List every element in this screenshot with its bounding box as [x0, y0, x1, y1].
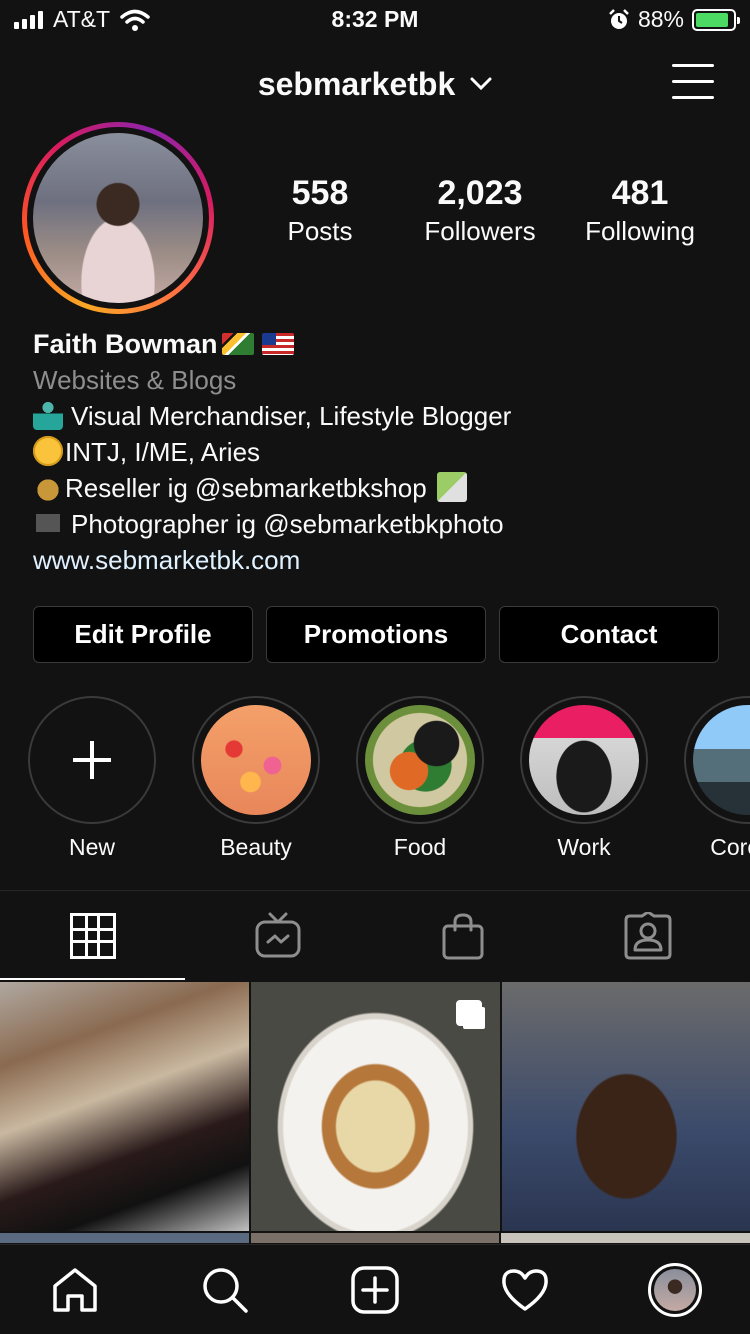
search-icon — [203, 1267, 248, 1313]
us-flag-icon — [261, 333, 294, 355]
activity-heart-icon — [502, 1268, 548, 1311]
battery-percent: 88% — [637, 6, 684, 32]
nav-home[interactable] — [0, 1245, 150, 1334]
highlight-cover — [529, 705, 639, 815]
stat-followers[interactable]: 2,023 Followers — [400, 172, 560, 248]
nav-profile[interactable] — [600, 1245, 750, 1334]
highlight-label: Beauty — [220, 834, 292, 860]
highlight-corona[interactable]: Corona — [683, 696, 750, 861]
followers-label: Followers — [424, 216, 536, 246]
account-switcher[interactable]: sebmarketbk — [0, 66, 750, 103]
bio-line-4[interactable]: Photographer ig @sebmarketbkphoto — [71, 509, 504, 539]
highlight-label: New — [68, 834, 115, 860]
nerd-face-emoji-icon — [33, 436, 63, 466]
shop-bag-icon — [442, 913, 483, 960]
tab-tagged[interactable] — [555, 892, 740, 980]
contact-button[interactable]: Contact — [499, 606, 719, 663]
profile-avatar-story-ring[interactable] — [22, 122, 214, 314]
nav-search[interactable] — [150, 1245, 300, 1334]
username: sebmarketbk — [257, 66, 456, 102]
posts-grid-row-2 — [0, 1233, 750, 1243]
following-count: 481 — [611, 174, 669, 212]
story-highlights: New Beauty Food Work Corona — [0, 696, 750, 876]
hamburger-menu-icon[interactable] — [672, 64, 714, 100]
highlight-beauty[interactable]: Beauty — [191, 696, 321, 861]
stat-following[interactable]: 481 Following — [560, 172, 720, 248]
post-thumbnail[interactable] — [250, 1233, 500, 1243]
highlight-food[interactable]: Food — [355, 696, 485, 861]
post-thumbnail[interactable] — [501, 1233, 750, 1243]
money-bag-emoji-icon — [33, 472, 63, 502]
bio-line-3[interactable]: Reseller ig @sebmarketbkshop — [65, 473, 427, 503]
post-thumbnail[interactable] — [251, 982, 500, 1231]
battery-charging-icon — [692, 8, 740, 31]
highlight-new[interactable]: New — [27, 696, 157, 861]
post-thumbnail[interactable] — [0, 1233, 249, 1243]
profile-avatar — [33, 133, 203, 303]
plus-icon — [73, 741, 111, 779]
profile-bio: Faith Bowman Websites & Blogs Visual Mer… — [33, 326, 733, 578]
highlight-work[interactable]: Work — [519, 696, 649, 861]
chevron-down-icon — [470, 77, 492, 91]
grid-icon — [69, 913, 116, 959]
bottom-navigation — [0, 1244, 750, 1334]
guyana-flag-icon — [221, 333, 254, 355]
profile-stats: 558 Posts 2,023 Followers 481 Following — [240, 172, 720, 248]
bio-line-1: Visual Merchandiser, Lifestyle Blogger — [71, 401, 512, 431]
followers-count: 2,023 — [437, 174, 523, 212]
highlight-cover — [201, 705, 311, 815]
tab-igtv[interactable] — [185, 892, 370, 980]
posts-label: Posts — [287, 216, 353, 246]
highlight-cover — [365, 705, 475, 815]
profile-avatar — [648, 1262, 702, 1317]
post-thumbnail[interactable] — [0, 982, 249, 1231]
alarm-icon — [609, 8, 629, 29]
posts-count: 558 — [291, 174, 349, 212]
add-post-icon — [351, 1265, 399, 1314]
highlight-label: Work — [557, 834, 611, 860]
display-name: Faith Bowman — [33, 329, 218, 359]
following-label: Following — [585, 216, 695, 246]
battery-fill — [696, 12, 728, 27]
tab-grid[interactable] — [0, 892, 185, 980]
post-thumbnail[interactable] — [502, 982, 750, 1231]
highlight-label: Corona — [710, 834, 750, 860]
highlight-cover — [693, 705, 750, 815]
posts-grid — [0, 982, 750, 1231]
profile-category: Websites & Blogs — [33, 365, 237, 395]
promotions-button[interactable]: Promotions — [266, 606, 486, 663]
divider — [0, 890, 750, 891]
tagged-icon — [624, 912, 671, 960]
edit-profile-button[interactable]: Edit Profile — [33, 606, 253, 663]
highlight-label: Food — [393, 834, 447, 860]
profile-actions: Edit Profile Promotions Contact — [33, 606, 719, 663]
profile-tabs — [0, 892, 750, 980]
bio-line-2: INTJ, I/ME, Aries — [65, 437, 261, 467]
igtv-icon — [255, 912, 300, 958]
home-icon — [53, 1267, 97, 1312]
stat-posts[interactable]: 558 Posts — [240, 172, 400, 248]
website-link[interactable]: www.sebmarketbk.com — [33, 542, 733, 578]
profile-header: sebmarketbk — [0, 56, 750, 112]
money-wings-emoji-icon — [436, 472, 467, 502]
status-bar: AT&T 8:32 PM 88% — [0, 0, 750, 40]
camera-flash-emoji-icon — [33, 508, 63, 538]
carousel-icon — [456, 1000, 482, 1026]
nav-activity[interactable] — [450, 1245, 600, 1334]
dress-emoji-icon — [33, 400, 63, 430]
tab-shop[interactable] — [370, 892, 555, 980]
nav-create-post[interactable] — [300, 1245, 450, 1334]
status-right: 88% — [608, 6, 740, 33]
